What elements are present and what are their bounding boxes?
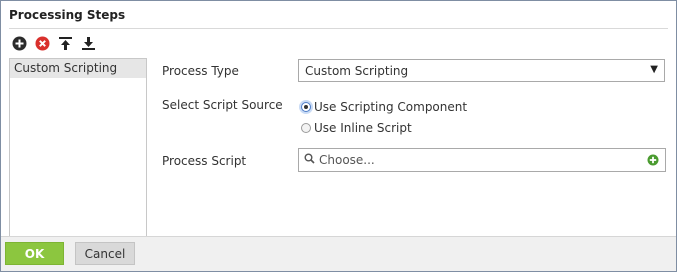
- chevron-down-icon: ▼: [650, 64, 658, 75]
- radio-scripting-component[interactable]: Use Scripting Component: [301, 100, 467, 114]
- move-to-top-icon[interactable]: [57, 35, 74, 52]
- radio-inline-script[interactable]: Use Inline Script: [301, 121, 412, 135]
- add-script-icon[interactable]: [647, 154, 659, 169]
- process-type-label: Process Type: [162, 64, 239, 78]
- process-script-chooser[interactable]: Choose...: [298, 148, 666, 172]
- process-type-select[interactable]: Custom Scripting ▼: [298, 59, 665, 82]
- steps-toolbar: [11, 34, 97, 52]
- dialog-title: Processing Steps: [9, 6, 668, 29]
- move-to-bottom-icon[interactable]: [80, 35, 97, 52]
- radio-button-checked[interactable]: [301, 102, 311, 112]
- process-script-label: Process Script: [162, 154, 247, 168]
- radio-inline-script-label: Use Inline Script: [314, 121, 412, 135]
- process-type-value: Custom Scripting: [305, 63, 409, 78]
- radio-scripting-component-label: Use Scripting Component: [314, 100, 468, 114]
- delete-icon[interactable]: [34, 35, 51, 52]
- script-source-label: Select Script Source: [162, 98, 283, 112]
- steps-list: Custom Scripting: [9, 58, 147, 239]
- dialog-footer: OK Cancel: [1, 236, 676, 271]
- process-script-placeholder: Choose...: [319, 153, 375, 167]
- add-icon[interactable]: [11, 35, 28, 52]
- search-icon: [304, 153, 315, 167]
- radio-button-unchecked[interactable]: [301, 123, 311, 133]
- cancel-button[interactable]: Cancel: [75, 242, 135, 265]
- list-item[interactable]: Custom Scripting: [10, 59, 146, 78]
- processing-steps-dialog: Processing Steps Custom Scripting Proces…: [0, 0, 677, 272]
- ok-button[interactable]: OK: [5, 242, 64, 265]
